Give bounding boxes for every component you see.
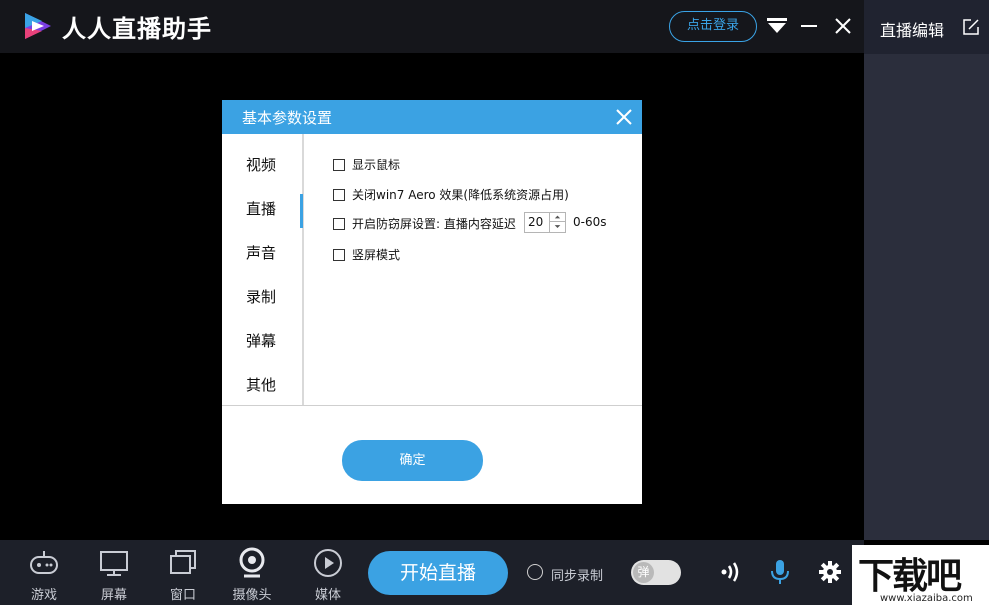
watermark: 下载吧 www.xiazaiba.com: [852, 545, 989, 605]
anti-peek-label: 开启防窃屏设置: 直播内容延迟: [352, 216, 516, 232]
start-live-button[interactable]: 开始直播: [368, 551, 508, 595]
tool-media-label: 媒体: [314, 588, 341, 603]
live-edit-title: 直播编辑: [880, 21, 945, 40]
anti-peek-text: 开启防窃屏设置:: [352, 217, 441, 231]
stepper-up-icon[interactable]: [549, 213, 565, 222]
gamepad-icon: [30, 551, 58, 574]
play-icon: [314, 549, 342, 577]
settings-dialog: 基本参数设置 视频 直播 声音 录制 弹幕 其他 显示鼠标 关闭win7 Aer…: [222, 100, 642, 504]
nav-item-audio[interactable]: 声音: [246, 242, 276, 263]
danmu-toggle-knob[interactable]: 弹: [633, 562, 654, 583]
sync-record-label[interactable]: 同步录制: [551, 565, 603, 584]
active-nav-indicator: [300, 194, 303, 228]
disable-aero-checkbox[interactable]: [333, 189, 345, 201]
tool-media[interactable]: 媒体: [298, 540, 358, 605]
app-title: 人人直播助手: [62, 15, 212, 43]
window-icon: [170, 550, 196, 574]
minimize-icon[interactable]: [800, 17, 818, 35]
speaker-icon[interactable]: [718, 560, 742, 584]
stepper-down-icon[interactable]: [549, 222, 565, 232]
tool-game[interactable]: 游戏: [14, 540, 74, 605]
nav-item-other[interactable]: 其他: [246, 374, 276, 395]
danmu-toggle[interactable]: 弹: [631, 560, 681, 585]
title-bar: 人人直播助手 点击登录: [0, 0, 864, 53]
login-button[interactable]: 点击登录: [669, 11, 757, 42]
nav-item-live[interactable]: 直播: [246, 198, 276, 219]
portrait-mode-checkbox[interactable]: [333, 249, 345, 261]
disable-aero-label: 关闭win7 Aero 效果(降低系统资源占用): [352, 188, 569, 202]
bottom-toolbar: 游戏 屏幕 窗口 摄像头 媒体 开始直播 同步录制 弹: [0, 540, 864, 605]
app-logo-icon: [25, 13, 51, 39]
menu-dropdown-icon[interactable]: [767, 18, 787, 34]
nav-item-danmu[interactable]: 弹幕: [246, 330, 276, 351]
webcam-icon: [239, 547, 265, 578]
tool-window-label: 窗口: [169, 588, 196, 603]
gear-icon[interactable]: [818, 560, 842, 584]
close-window-icon[interactable]: [834, 17, 852, 35]
dialog-divider: [222, 405, 642, 406]
tool-camera-label: 摄像头: [232, 588, 272, 603]
watermark-text: 下载吧: [858, 555, 962, 597]
tool-screen[interactable]: 屏幕: [84, 540, 144, 605]
dialog-title: 基本参数设置: [242, 109, 333, 127]
delay-range-text: 0-60s: [573, 215, 607, 229]
microphone-icon[interactable]: [768, 558, 792, 586]
delay-stepper[interactable]: 20: [524, 212, 566, 233]
dialog-header: 基本参数设置: [222, 100, 642, 134]
live-edit-panel: 直播编辑: [864, 0, 989, 540]
show-cursor-label: 显示鼠标: [352, 158, 401, 172]
dialog-close-icon[interactable]: [615, 108, 633, 126]
live-edit-header: 直播编辑: [864, 0, 989, 54]
delay-value[interactable]: 20: [528, 215, 543, 229]
portrait-mode-label: 竖屏模式: [352, 248, 401, 262]
monitor-icon: [100, 551, 128, 576]
nav-item-record[interactable]: 录制: [246, 286, 276, 307]
nav-item-video[interactable]: 视频: [246, 154, 276, 175]
settings-nav: 视频 直播 声音 录制 弹幕 其他: [222, 134, 304, 406]
show-cursor-checkbox[interactable]: [333, 159, 345, 171]
edit-icon[interactable]: [962, 18, 980, 36]
tool-window[interactable]: 窗口: [153, 540, 213, 605]
sync-record-radio[interactable]: [527, 564, 543, 580]
tool-game-label: 游戏: [30, 588, 57, 603]
delay-label: 直播内容延迟: [443, 217, 516, 231]
confirm-button[interactable]: 确定: [342, 440, 483, 481]
anti-peek-checkbox[interactable]: [333, 218, 345, 230]
watermark-url: www.xiazaiba.com: [880, 593, 973, 604]
tool-screen-label: 屏幕: [100, 588, 127, 603]
tool-camera[interactable]: 摄像头: [222, 540, 282, 605]
